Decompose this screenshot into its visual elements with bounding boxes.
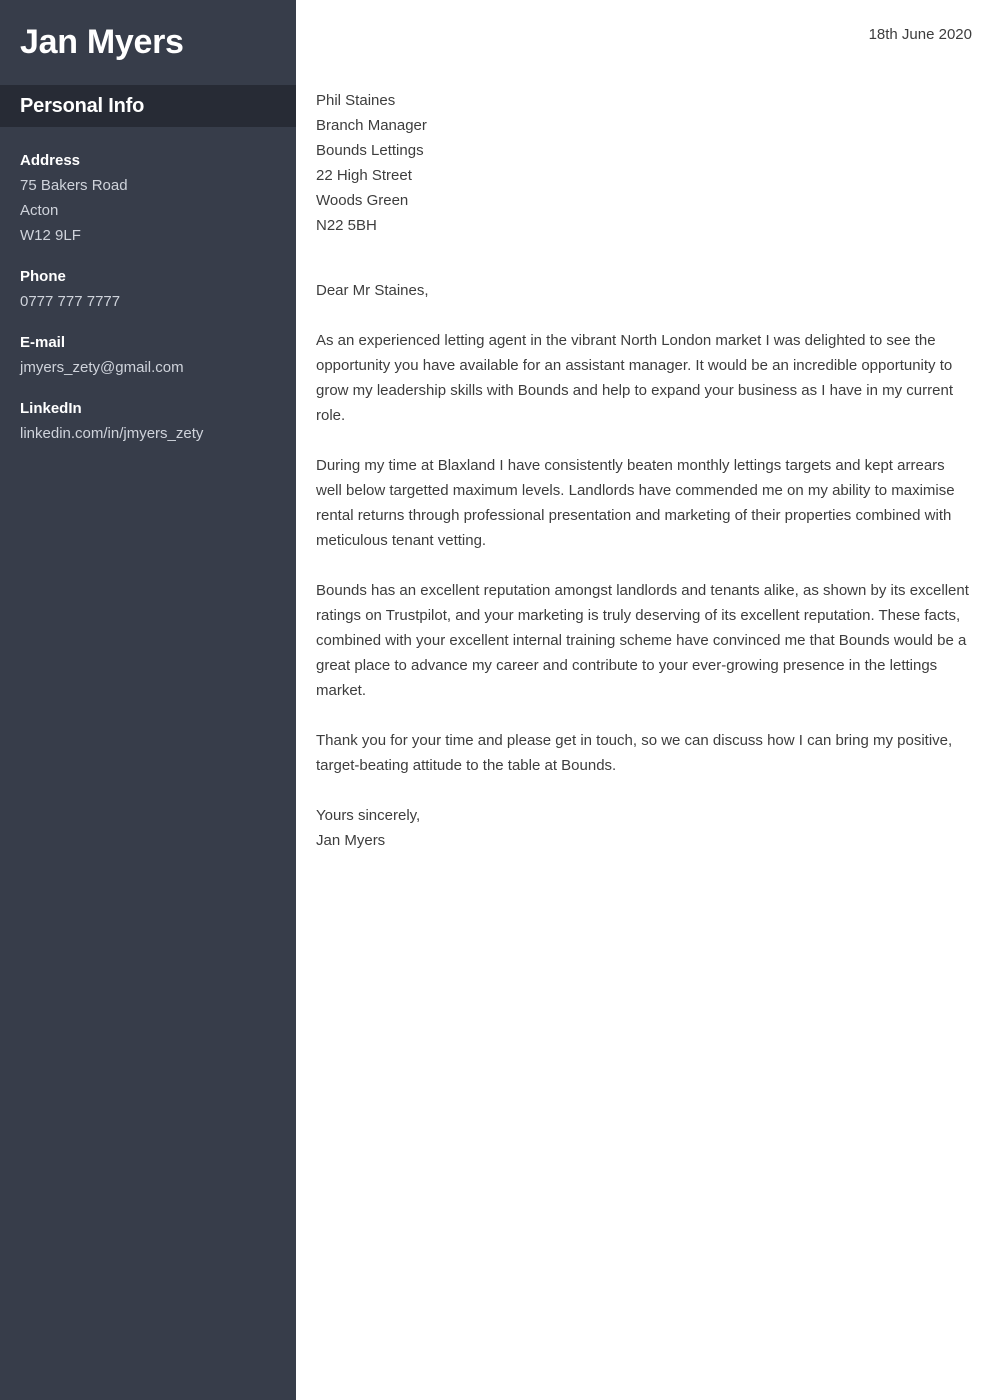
- sidebar-section-title: Personal Info: [20, 94, 145, 117]
- body-paragraph: As an experienced letting agent in the v…: [316, 331, 953, 424]
- recipient-line: N22 5BH: [316, 216, 377, 234]
- recipient-line: Woods Green: [316, 191, 409, 209]
- candidate-name: Jan Myers: [20, 22, 184, 61]
- contact-value: 75 Bakers Road: [20, 177, 128, 195]
- contact-label: E-mail: [20, 334, 66, 352]
- contact-value-linkedin[interactable]: linkedin.com/in/jmyers_zety: [20, 422, 276, 447]
- sidebar: Jan Myers Personal Info Address 75 Baker…: [0, 0, 296, 1400]
- body-paragraph: During my time at Blaxland I have consis…: [316, 456, 955, 549]
- sidebar-section-band: Personal Info: [0, 85, 296, 127]
- contact-value: W12 9LF: [20, 227, 81, 245]
- contact-group-email: E-mail jmyers_zety@gmail.com: [20, 331, 276, 381]
- recipient-address-block: Phil Staines Branch Manager Bounds Letti…: [316, 88, 972, 238]
- body-paragraph: Thank you for your time and please get i…: [316, 731, 953, 774]
- signature-name: Jan Myers: [316, 831, 386, 849]
- cover-letter-page: Jan Myers Personal Info Address 75 Baker…: [0, 0, 990, 1400]
- body-paragraph: Bounds has an excellent reputation among…: [316, 581, 969, 699]
- contact-group-phone: Phone 0777 777 7777: [20, 265, 276, 315]
- recipient-line: Bounds Lettings: [316, 141, 424, 159]
- recipient-line: Branch Manager: [316, 116, 427, 134]
- letter-content: 18th June 2020 Phil Staines Branch Manag…: [316, 0, 972, 853]
- sidebar-contact-list: Address 75 Bakers Road Acton W12 9LF Pho…: [0, 127, 296, 447]
- salutation: Dear Mr Staines,: [316, 281, 429, 299]
- contact-value: Acton: [20, 202, 59, 220]
- contact-value: 0777 777 7777: [20, 293, 121, 311]
- contact-group-linkedin: LinkedIn linkedin.com/in/jmyers_zety: [20, 397, 276, 447]
- sidebar-name-band: Jan Myers: [0, 0, 296, 85]
- contact-value-email[interactable]: jmyers_zety@gmail.com: [20, 356, 276, 381]
- contact-label: LinkedIn: [20, 400, 82, 418]
- contact-label: Phone: [20, 267, 66, 285]
- contact-group-address: Address 75 Bakers Road Acton W12 9LF: [20, 149, 276, 249]
- signoff-block: Yours sincerely, Jan Myers: [316, 803, 972, 853]
- recipient-line: 22 High Street: [316, 166, 412, 184]
- recipient-line: Phil Staines: [316, 91, 396, 109]
- letter-date: 18th June 2020: [868, 26, 972, 43]
- closing-line: Yours sincerely,: [316, 806, 421, 824]
- contact-label: Address: [20, 152, 81, 169]
